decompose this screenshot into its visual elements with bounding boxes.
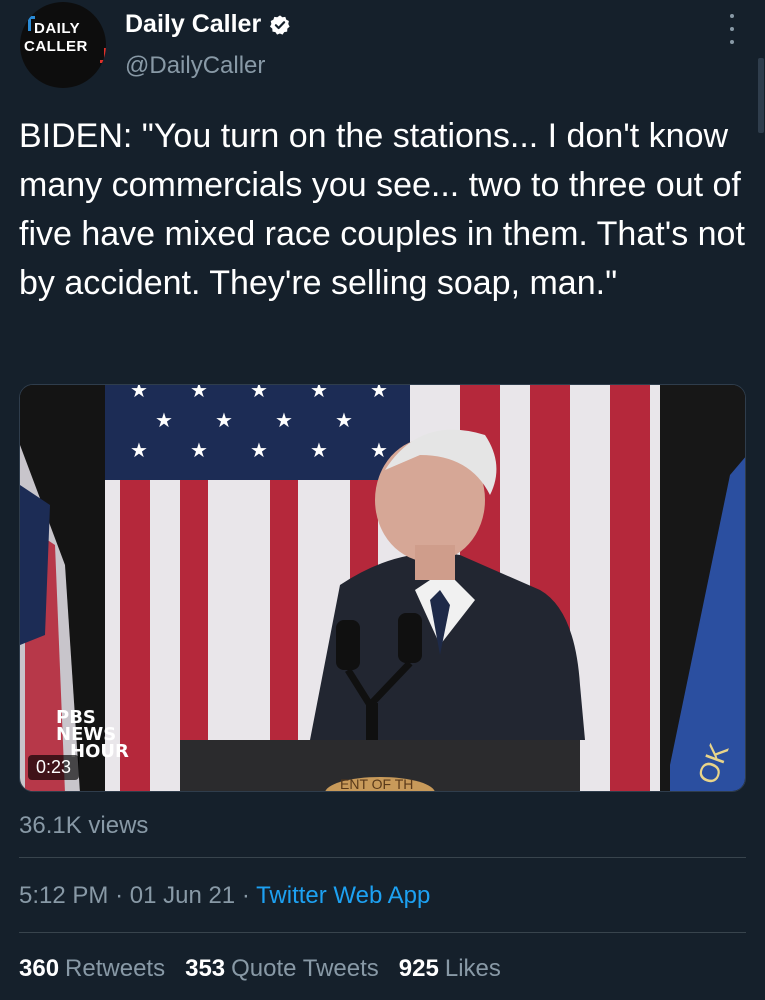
avatar-text-line1: DAILY [34,20,81,37]
svg-text:★: ★ [190,440,208,462]
divider [19,857,746,858]
verified-badge-icon [270,14,290,35]
meta-separator: · [241,882,250,909]
meta-separator: · [115,882,124,909]
scrollbar[interactable] [758,58,764,133]
quotes-count: 353 [185,955,226,982]
quotes-label: Quote Tweets [231,955,379,982]
account-handle[interactable]: @DailyCaller [125,52,265,80]
likes-count: 925 [398,955,439,982]
retweets-label: Retweets [65,955,166,982]
svg-text:★: ★ [310,385,328,402]
engagement-stats: 360 Retweets 353 Quote Tweets 925 Likes [19,955,501,983]
likes-label: Likes [444,955,501,982]
tweet-time[interactable]: 5:12 PM [19,882,108,909]
retweets-stat[interactable]: 360 Retweets [19,955,165,983]
svg-text:★: ★ [310,440,328,462]
more-options-icon[interactable] [727,14,737,44]
quote-tweets-stat[interactable]: 353 Quote Tweets [185,955,379,983]
svg-text:★: ★ [335,410,353,432]
avatar-text-line2: CALLER [24,38,88,55]
svg-text:★: ★ [370,385,388,402]
svg-text:★: ★ [190,385,208,402]
svg-text:★: ★ [250,385,268,402]
source-app-link[interactable]: Twitter Web App [256,882,430,909]
tweet-text: BIDEN: "You turn on the stations... I do… [19,117,745,302]
logo-bracket-red [100,48,106,63]
svg-text:★: ★ [215,410,233,432]
svg-text:★: ★ [130,385,148,402]
likes-stat[interactable]: 925 Likes [399,955,501,983]
svg-text:★: ★ [275,410,293,432]
svg-text:★: ★ [250,440,268,462]
avatar[interactable]: DAILY CALLER [20,2,106,88]
svg-text:★: ★ [155,410,173,432]
video-frame: ★ ★ ★ ★ ★ ★ ★ ★ ★ ★ ★ ★ ★ ★ OK ENT OF TH [20,385,745,792]
retweets-count: 360 [19,955,60,982]
divider [19,932,746,933]
pbs-newshour-logo: PBS NEWS HOUR [56,709,129,761]
svg-text:★: ★ [130,440,148,462]
account-name-row[interactable]: Daily Caller [125,10,291,39]
account-name[interactable]: Daily Caller [125,10,261,39]
tweet-metadata: 5:12 PM · 01 Jun 21 · Twitter Web App [19,882,430,910]
video-player[interactable]: ★ ★ ★ ★ ★ ★ ★ ★ ★ ★ ★ ★ ★ ★ OK ENT OF TH PBS NEWS [19,384,746,792]
svg-text:★: ★ [370,440,388,462]
view-count: 36.1K views [19,812,149,839]
svg-text:ENT OF TH: ENT OF TH [340,776,413,792]
video-duration: 0:23 [28,755,80,780]
tweet-date[interactable]: 01 Jun 21 [130,882,235,909]
